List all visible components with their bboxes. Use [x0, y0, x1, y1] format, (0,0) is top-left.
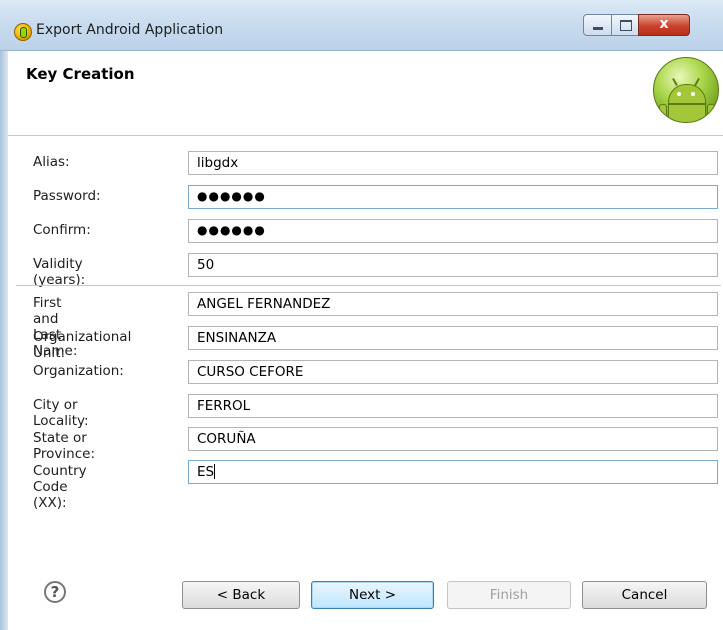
- alias-label: Alias:: [33, 154, 70, 170]
- text-caret: [214, 464, 216, 479]
- android-body: [668, 104, 706, 122]
- android-eye-left: [677, 92, 681, 96]
- country-label: Country Code (XX):: [33, 463, 87, 511]
- button-bar: ? < Back Next > Finish Cancel: [8, 558, 723, 630]
- confirm-label: Confirm:: [33, 222, 91, 238]
- finish-button[interactable]: Finish: [447, 581, 571, 609]
- android-arm-right: [707, 104, 715, 122]
- wizard-header: Key Creation: [8, 51, 723, 136]
- confirm-input[interactable]: ●●●●●●: [188, 219, 718, 243]
- organization-input[interactable]: CURSO CEFORE: [188, 360, 718, 384]
- form-separator: [16, 285, 721, 286]
- android-logo-icon: [653, 57, 719, 123]
- eclipse-app-icon: [14, 23, 32, 41]
- maximize-button[interactable]: [611, 14, 639, 36]
- back-button[interactable]: < Back: [182, 581, 300, 609]
- org-unit-label: Organizational Unit:: [33, 329, 132, 361]
- country-input[interactable]: ES: [188, 460, 718, 484]
- export-dialog: Export Android Application x Key Creatio…: [0, 0, 723, 630]
- window-left-border: [0, 50, 8, 630]
- next-button[interactable]: Next >: [311, 581, 434, 609]
- cancel-button[interactable]: Cancel: [582, 581, 707, 609]
- minimize-button[interactable]: [583, 14, 612, 36]
- android-eye-right: [691, 92, 695, 96]
- title-bar[interactable]: Export Android Application x: [0, 0, 723, 51]
- close-icon: x: [659, 16, 669, 32]
- page-title: Key Creation: [26, 65, 135, 83]
- help-icon[interactable]: ?: [44, 581, 66, 603]
- state-input[interactable]: CORUÑA: [188, 427, 718, 451]
- android-arm-left: [659, 104, 667, 122]
- state-label: State or Province:: [33, 430, 95, 462]
- password-label: Password:: [33, 188, 101, 204]
- organization-label: Organization:: [33, 363, 124, 379]
- window-title: Export Android Application: [36, 22, 224, 38]
- org-unit-input[interactable]: ENSINANZA: [188, 326, 718, 350]
- alias-input[interactable]: libgdx: [188, 151, 718, 175]
- password-input[interactable]: ●●●●●●: [188, 185, 718, 209]
- android-head: [668, 84, 706, 104]
- close-button[interactable]: x: [638, 14, 690, 36]
- validity-label: Validity (years):: [33, 256, 86, 288]
- validity-input[interactable]: 50: [188, 253, 718, 277]
- city-input[interactable]: FERROL: [188, 394, 718, 418]
- android-antenna-left: [672, 78, 678, 86]
- city-label: City or Locality:: [33, 397, 89, 429]
- name-input[interactable]: ANGEL FERNANDEZ: [188, 292, 718, 316]
- country-value: ES: [197, 464, 215, 480]
